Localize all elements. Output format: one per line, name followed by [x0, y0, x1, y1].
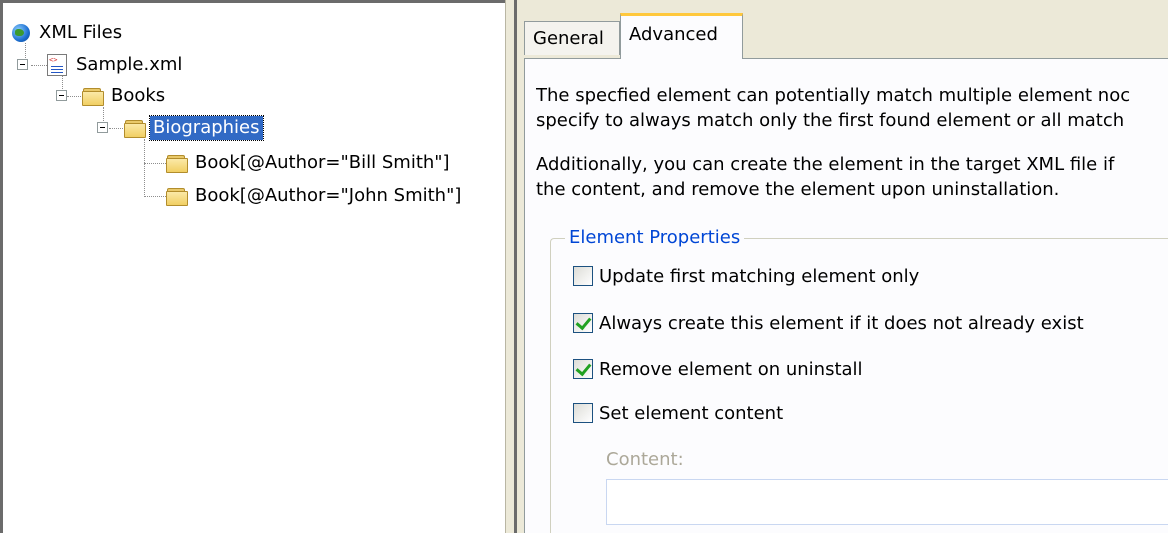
tree-node-book-bill-smith[interactable]: Book[@Author="Bill Smith"] — [166, 150, 453, 176]
tree-node-label: Books — [111, 85, 166, 106]
tree-node-biographies[interactable]: Biographies — [124, 115, 264, 141]
tree-connector — [31, 65, 47, 67]
tree-node-label: Sample.xml — [76, 54, 183, 75]
properties-panel: General Advanced The specfied element ca… — [517, 0, 1168, 533]
group-title: Element Properties — [565, 226, 745, 250]
tree-node-book-john-smith[interactable]: Book[@Author="John Smith"] — [166, 183, 464, 209]
description-text-line: the content, and remove the element upon… — [536, 179, 1060, 200]
tree-node-label: Book[@Author="Bill Smith"] — [195, 152, 450, 173]
folder-icon — [166, 187, 188, 206]
checkbox-label: Update first matching element only — [599, 265, 920, 287]
option-update-first-match[interactable]: Update first matching element only — [573, 263, 919, 289]
tree-node-label-selected: Biographies — [149, 115, 264, 141]
tree-node-books[interactable]: Books — [82, 83, 168, 109]
folder-icon — [124, 119, 146, 138]
tree-connector — [67, 96, 81, 98]
tree-connector — [144, 163, 168, 165]
collapse-books-toggle[interactable] — [56, 90, 67, 101]
checkbox-label: Always create this element if it does no… — [599, 312, 1084, 334]
tree-connector — [144, 196, 168, 198]
checkbox-checked[interactable] — [573, 313, 593, 333]
tree-connector — [109, 128, 123, 130]
tree-node-label: Book[@Author="John Smith"] — [195, 185, 462, 206]
content-input[interactable] — [606, 479, 1168, 525]
advanced-tab-page: The specfied element can potentially mat… — [524, 58, 1168, 533]
collapse-biographies-toggle[interactable] — [97, 122, 108, 133]
tab-advanced[interactable]: Advanced — [620, 13, 743, 59]
content-label: Content: — [606, 449, 684, 470]
option-always-create[interactable]: Always create this element if it does no… — [573, 310, 1084, 336]
description-text-line: Additionally, you can create the element… — [536, 154, 1115, 175]
tab-strip: General Advanced — [517, 0, 1168, 59]
folder-icon — [166, 154, 188, 173]
option-set-element-content[interactable]: Set element content — [573, 400, 783, 426]
tree-node-label: XML Files — [39, 22, 123, 43]
checkbox-label: Set element content — [599, 402, 784, 424]
folder-icon — [82, 87, 104, 106]
tree-node-xml-files[interactable]: XML Files — [12, 20, 125, 46]
collapse-sample-xml-toggle[interactable] — [17, 59, 28, 70]
checkbox-checked[interactable] — [573, 359, 593, 379]
xml-file-icon: <> — [47, 54, 67, 76]
description-text-line: The specfied element can potentially mat… — [536, 85, 1131, 106]
option-remove-on-uninstall[interactable]: Remove element on uninstall — [573, 356, 863, 382]
xml-editor-window: XML Files <> Sample.xml Books Biographie… — [0, 0, 1168, 533]
tree-node-sample-xml[interactable]: <> Sample.xml — [47, 52, 185, 78]
globe-icon — [12, 24, 30, 42]
pane-splitter[interactable] — [505, 0, 514, 533]
checkbox[interactable] — [573, 403, 593, 423]
tab-general[interactable]: General — [524, 21, 620, 55]
description-text-line: specify to always match only the first f… — [536, 110, 1125, 131]
checkbox-label: Remove element on uninstall — [599, 358, 863, 380]
xml-tree-view[interactable]: XML Files <> Sample.xml Books Biographie… — [0, 0, 505, 533]
checkbox[interactable] — [573, 266, 593, 286]
tree-connector — [144, 139, 146, 197]
